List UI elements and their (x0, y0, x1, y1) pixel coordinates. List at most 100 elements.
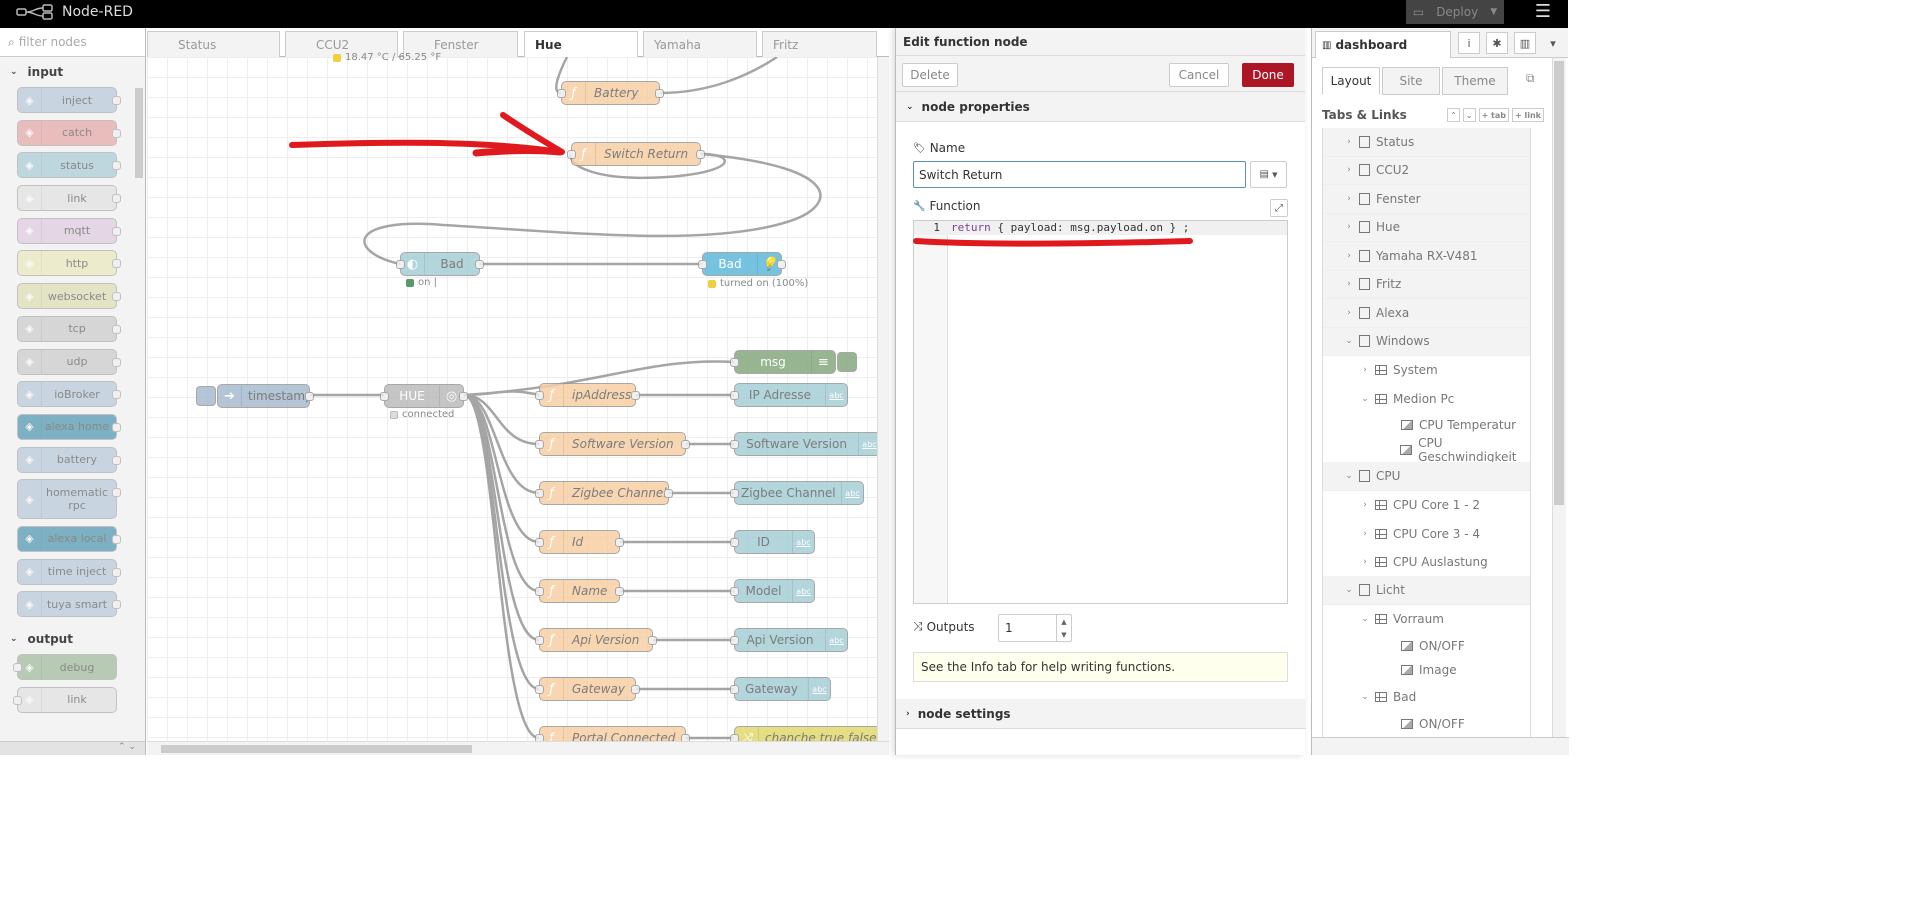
tree-tab[interactable]: ⌄ Licht (1323, 576, 1530, 605)
palette-node-inject[interactable]: ◈ inject (17, 87, 121, 113)
tree-tab[interactable]: › Alexa (1323, 299, 1530, 328)
chevron-down-icon[interactable]: ▼ (1490, 7, 1497, 17)
palette-node-battery[interactable]: ◈ battery (17, 446, 121, 473)
chevron-right-icon[interactable]: › (1361, 529, 1369, 539)
tree-group[interactable]: › CPU Auslastung (1323, 548, 1530, 577)
category-input-header[interactable]: ⌄ input (0, 57, 145, 87)
delete-button[interactable]: Delete (902, 63, 958, 87)
inject-node-timestamp[interactable]: ➔ timestamp (196, 384, 314, 408)
chevron-right-icon[interactable]: › (1345, 251, 1353, 261)
palette-node-tuya-smart[interactable]: ◈ tuya smart (17, 591, 121, 618)
tree-group[interactable]: ⌄ Medion Pc (1323, 385, 1530, 414)
chevron-right-icon[interactable]: › (1345, 308, 1353, 318)
tab-yamaha[interactable]: Yamaha (643, 31, 757, 57)
tree-tab[interactable]: › Status (1323, 128, 1530, 157)
ui-text-node-gateway-ui[interactable]: Gateway abc (730, 677, 831, 701)
tab-fritz[interactable]: Fritz (762, 31, 877, 57)
function-node-ipaddress[interactable]: ƒ ipAddress (535, 383, 640, 407)
function-node-battery[interactable]: ƒ Battery (557, 81, 664, 105)
tree-tab[interactable]: › CCU2 (1323, 156, 1530, 185)
function-node-zigbee-fn[interactable]: ƒ Zigbee Channel (535, 481, 673, 505)
palette-node-tcp[interactable]: ◈ tcp (17, 315, 121, 342)
hue-light-node-bad[interactable]: Bad 💡 (698, 252, 786, 276)
main-menu-icon[interactable]: ☰ (1532, 3, 1554, 22)
expand-all-icon[interactable]: ⌄ (1462, 108, 1476, 122)
chevron-right-icon[interactable]: › (1361, 500, 1369, 510)
palette-node-udp[interactable]: ◈ udp (17, 348, 121, 375)
palette-node-alexa-local[interactable]: ◈ alexa local (17, 525, 121, 552)
palette-node-iobroker[interactable]: ◈ ioBroker (17, 381, 121, 408)
tree-widget[interactable]: CPU Geschwindigkeit (1323, 436, 1530, 464)
chevron-down-icon[interactable]: ⌄ (1345, 336, 1353, 346)
collapse-all-icon[interactable]: ⌃ (1447, 108, 1460, 122)
function-code-editor[interactable]: 1 return { payload: msg.payload.on } ; (913, 220, 1288, 604)
debug-node-msg[interactable]: msg ≡ (730, 350, 857, 374)
flow-canvas[interactable]: 18.47 °C / 65.25 °F ƒ Battery ƒ Switch R… (147, 52, 889, 750)
chevron-right-icon[interactable]: › (1361, 557, 1369, 567)
subtab-layout[interactable]: Layout (1322, 67, 1380, 95)
chevron-right-icon[interactable]: › (1345, 165, 1353, 175)
chevron-right-icon[interactable]: › (1345, 279, 1353, 289)
chevron-right-icon[interactable]: › (1345, 194, 1353, 204)
node-settings-header[interactable]: › node settings (896, 699, 1306, 729)
function-node-id-fn[interactable]: ƒ Id (535, 530, 624, 554)
palette-scrollbar[interactable] (135, 88, 143, 178)
bug-icon[interactable]: ✱ (1486, 32, 1508, 54)
add-tab-button[interactable]: + tab (1478, 108, 1509, 122)
palette-node-http[interactable]: ◈ http (17, 250, 121, 277)
tree-widget[interactable]: ON/OFF (1323, 711, 1530, 736)
collapse-up-icon[interactable]: ⌃ (118, 742, 126, 752)
chevron-down-icon[interactable]: ⌄ (1345, 585, 1353, 595)
tab-dashboard[interactable]: ▥ dashboard (1315, 31, 1451, 58)
node-icon-select-button[interactable]: ▤ ▼ (1250, 161, 1287, 188)
inject-trigger-button[interactable] (196, 386, 216, 406)
cancel-button[interactable]: Cancel (1169, 63, 1229, 87)
tree-tab[interactable]: ⌄ Windows (1323, 327, 1530, 356)
bar-chart-icon[interactable]: ▥ (1514, 32, 1536, 54)
ui-text-node-ip-adresse[interactable]: IP Adresse abc (730, 383, 848, 407)
hue-bridge-node[interactable]: HUE ◎ (380, 384, 468, 408)
palette-node-homematic-rpc[interactable]: ◈ homematic rpc (17, 479, 121, 520)
chevron-down-icon[interactable]: ⌄ (1345, 471, 1353, 481)
chevron-right-icon[interactable]: › (1345, 137, 1353, 147)
subtab-site[interactable]: Site (1382, 67, 1440, 95)
workspace-vertical-scrollbar[interactable] (877, 57, 889, 741)
palette-node-time-inject[interactable]: ◈ time inject (17, 558, 121, 585)
function-node-software-version-fn[interactable]: ƒ Software Version (535, 432, 690, 456)
tree-widget[interactable]: ON/OFF (1323, 633, 1530, 658)
tree-group[interactable]: › CPU Core 1 - 2 (1323, 491, 1530, 520)
function-node-switch-return[interactable]: ƒ Switch Return (567, 142, 705, 166)
ui-text-node-zigbee-ui[interactable]: Zigbee Channel abc (730, 481, 864, 505)
debug-toggle-button[interactable] (837, 352, 857, 372)
chevron-right-icon[interactable]: › (1345, 222, 1353, 232)
palette-node-link[interactable]: ◈ link (13, 686, 117, 713)
tree-tab[interactable]: › Fenster (1323, 185, 1530, 214)
tree-widget[interactable]: CPU Temperatur (1323, 413, 1530, 438)
function-node-name-fn[interactable]: ƒ Name (535, 579, 624, 603)
chevron-down-icon[interactable]: ⌄ (1361, 692, 1369, 702)
tree-tab[interactable]: › Yamaha RX-V481 (1323, 242, 1530, 271)
tab-hue[interactable]: Hue (524, 31, 638, 58)
subtab-theme[interactable]: Theme (1442, 67, 1508, 95)
decrement-icon[interactable]: ▼ (1061, 631, 1066, 639)
collapse-down-icon[interactable]: ⌄ (128, 742, 136, 752)
tree-tab[interactable]: › Hue (1323, 213, 1530, 242)
palette-node-catch[interactable]: ◈ catch (17, 119, 121, 146)
info-icon[interactable]: i (1458, 32, 1480, 54)
name-input[interactable] (913, 161, 1246, 188)
tree-tab[interactable]: ⌄ CPU (1323, 462, 1530, 491)
tree-group[interactable]: ⌄ Vorraum (1323, 605, 1530, 634)
palette-node-websocket[interactable]: ◈ websocket (17, 283, 121, 310)
ui-text-node-software-version-ui[interactable]: Software Version abc (730, 432, 881, 456)
palette-node-debug[interactable]: ◈ debug (13, 654, 117, 680)
tab-status[interactable]: Status (147, 31, 280, 57)
tree-tab[interactable]: › Fritz (1323, 270, 1530, 299)
tree-group[interactable]: › CPU Core 3 - 4 (1323, 519, 1530, 548)
tree-group[interactable]: ⌄ Bad (1323, 683, 1530, 712)
chevron-right-icon[interactable]: › (1361, 365, 1369, 375)
category-output-header[interactable]: ⌄ output (0, 624, 145, 654)
filter-nodes-input[interactable]: ⌕ filter nodes (0, 28, 145, 57)
tree-group[interactable]: › System (1323, 356, 1530, 385)
sidebar-scrollbar[interactable] (1554, 61, 1564, 505)
palette-node-alexa-home[interactable]: ◈ alexa home (17, 413, 121, 440)
